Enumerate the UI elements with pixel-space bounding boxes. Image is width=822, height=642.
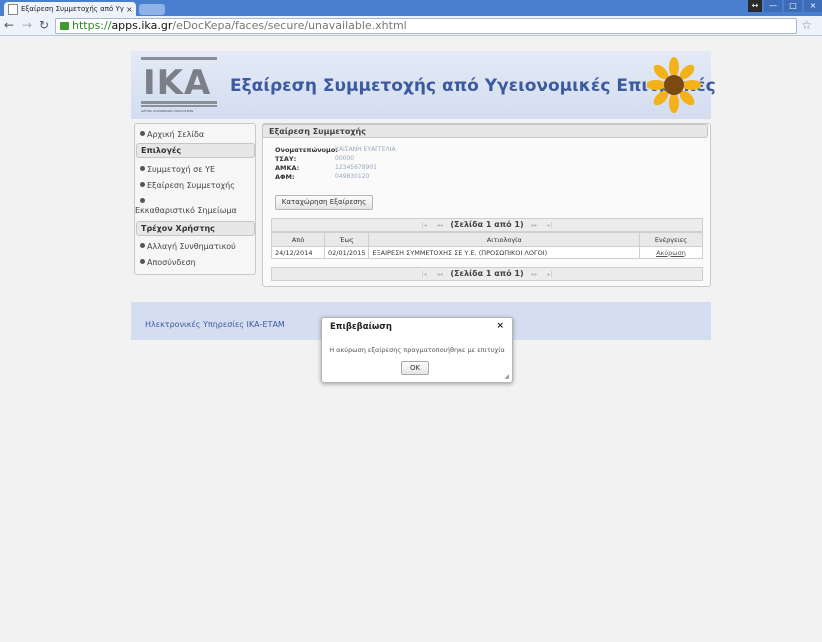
logo-subtitle: ΙΔΡΥΜΑ ΚΟΙΝΩΝΙΚΩΝ ΑΣΦΑΛΙΣΕΩΝ — [141, 109, 194, 113]
pager-text: (Σελίδα 1 από 1) — [450, 269, 524, 278]
sidebar-item-label: Αλλαγή Συνθηματικού — [147, 242, 236, 251]
exclusions-table: Από Έως Αιτιολογία Ενέργειες 24/12/2014 … — [271, 232, 703, 259]
back-icon[interactable]: ← — [4, 18, 14, 32]
next-page-icon[interactable]: ▸▸ — [531, 271, 537, 278]
column-header-to[interactable]: Έως — [323, 232, 370, 247]
sidebar-item-exclusion[interactable]: Εξαίρεση Συμμετοχής — [140, 181, 235, 190]
cell-reason: ΕΞΑΙΡΕΣΗ ΣΥΜΜΕΤΟΧΗΣ ΣΕ Υ.Ε. (ΠΡΟΣΩΠΙΚΟΙ … — [368, 246, 640, 259]
first-page-icon[interactable]: |◂ — [422, 222, 427, 229]
site-banner: IKA ΙΔΡΥΜΑ ΚΟΙΝΩΝΙΚΩΝ ΑΣΦΑΛΙΣΕΩΝ Εξαίρεσ… — [131, 51, 716, 119]
bullet-icon — [140, 198, 145, 203]
extension-icon[interactable]: ↔ — [748, 0, 762, 12]
field-value-afm: 049830120 — [335, 173, 370, 180]
bullet-icon — [140, 243, 145, 248]
dialog-header[interactable]: Επιβεβαίωση × — [322, 318, 512, 334]
exclusion-panel: Εξαίρεση Συμμετοχής Ονοματεπώνυμο: ΚΑΙΣΑ… — [262, 123, 711, 287]
footer-text: Ηλεκτρονικές Υπηρεσίες ΙΚΑ-ΕΤΑΜ — [145, 320, 285, 329]
sidebar-header-user: Τρέχον Χρήστης — [136, 221, 255, 236]
url-scheme: https:// — [72, 19, 112, 32]
field-label-amka: ΑΜΚΑ: — [275, 164, 300, 172]
field-label-afm: ΑΦΜ: — [275, 173, 295, 181]
panel-title: Εξαίρεση Συμμετοχής — [262, 124, 708, 138]
browser-navbar: ← → ↻ https://apps.ika.gr/eDocKepa/faces… — [0, 16, 822, 36]
cell-to: 02/01/2015 — [323, 246, 370, 259]
bookmark-star-icon[interactable]: ☆ — [801, 18, 812, 32]
field-value-amka: 12345678901 — [335, 164, 377, 171]
pager-bottom: |◂ ◂◂ (Σελίδα 1 από 1) ▸▸ ▸| — [271, 267, 703, 281]
lock-icon — [60, 22, 69, 30]
sidebar-item-label: Αποσύνδεση — [147, 258, 196, 267]
confirmation-dialog: Επιβεβαίωση × Η ακύρωση εξαίρεσης πραγμα… — [321, 317, 513, 383]
field-value-tsay: 00000 — [335, 155, 355, 162]
sidebar-item-home[interactable]: Αρχική Σελίδα — [140, 130, 204, 139]
ika-logo: IKA ΙΔΡΥΜΑ ΚΟΙΝΩΝΙΚΩΝ ΑΣΦΑΛΙΣΕΩΝ — [139, 55, 219, 115]
tab-close-icon[interactable]: × — [126, 5, 136, 14]
maximize-icon[interactable]: □ — [784, 0, 802, 12]
sunflower-image — [647, 57, 701, 113]
first-page-icon[interactable]: |◂ — [422, 271, 427, 278]
pager-text: (Σελίδα 1 από 1) — [450, 220, 524, 229]
sidebar: Αρχική Σελίδα Επιλογές Συμμετοχή σε ΥΕ Ε… — [134, 123, 256, 275]
field-label-name: Ονοματεπώνυμο: — [275, 146, 338, 154]
window-controls: ↔ — □ × — [748, 0, 822, 14]
sidebar-item-participation[interactable]: Συμμετοχή σε ΥΕ — [140, 165, 215, 174]
close-window-icon[interactable]: × — [804, 0, 822, 12]
sidebar-item-change-password[interactable]: Αλλαγή Συνθηματικού — [140, 242, 236, 251]
field-label-tsay: ΤΣΑΥ: — [275, 155, 297, 163]
next-page-icon[interactable]: ▸▸ — [531, 222, 537, 229]
minimize-icon[interactable]: — — [764, 0, 782, 12]
dialog-close-icon[interactable]: × — [496, 321, 504, 331]
page-icon — [8, 3, 18, 15]
forward-icon[interactable]: → — [22, 18, 32, 32]
dialog-message: Η ακύρωση εξαίρεσης πραγματοποιήθηκε με … — [329, 346, 505, 354]
url-host: apps.ika.gr — [111, 19, 173, 32]
prev-page-icon[interactable]: ◂◂ — [437, 222, 443, 229]
bullet-icon — [140, 131, 145, 136]
resize-grip-icon[interactable]: ◢ — [504, 373, 509, 380]
sidebar-item-statement[interactable]: Εκκαθαριστικό Σημείωμα — [135, 197, 237, 215]
sidebar-item-logout[interactable]: Αποσύνδεση — [140, 258, 196, 267]
last-page-icon[interactable]: ▸| — [547, 222, 552, 229]
url-path: /eDocKepa/faces/secure/unavailable.xhtml — [172, 19, 407, 32]
bullet-icon — [140, 182, 145, 187]
bullet-icon — [140, 259, 145, 264]
sidebar-item-label: Αρχική Σελίδα — [147, 130, 205, 139]
browser-tab[interactable]: Εξαίρεση Συμμετοχής από Υγ × — [4, 2, 136, 16]
logo-text: IKA — [143, 63, 212, 103]
register-exclusion-button[interactable]: Καταχώρηση Εξαίρεσης — [275, 195, 373, 210]
sidebar-header-options: Επιλογές — [136, 143, 255, 158]
cancel-exclusion-link[interactable]: Ακύρωση — [639, 246, 703, 259]
reload-icon[interactable]: ↻ — [39, 18, 49, 32]
column-header-reason[interactable]: Αιτιολογία — [368, 232, 640, 247]
address-bar[interactable]: https://apps.ika.gr/eDocKepa/faces/secur… — [55, 18, 797, 34]
cell-from: 24/12/2014 — [271, 246, 325, 259]
bullet-icon — [140, 166, 145, 171]
sidebar-item-label: Συμμετοχή σε ΥΕ — [147, 165, 216, 174]
table-row: 24/12/2014 02/01/2015 ΕΞΑΙΡΕΣΗ ΣΥΜΜΕΤΟΧΗ… — [271, 246, 703, 259]
column-header-from[interactable]: Από — [271, 232, 325, 247]
page-title: Εξαίρεση Συμμετοχής από Υγειονομικές Επι… — [230, 76, 716, 96]
last-page-icon[interactable]: ▸| — [547, 271, 552, 278]
sidebar-item-label: Εξαίρεση Συμμετοχής — [147, 181, 235, 190]
sidebar-item-label: Εκκαθαριστικό Σημείωμα — [135, 206, 237, 215]
tab-title: Εξαίρεση Συμμετοχής από Υγ — [21, 5, 124, 13]
prev-page-icon[interactable]: ◂◂ — [437, 271, 443, 278]
browser-tabbar: Εξαίρεση Συμμετοχής από Υγ × ↔ — □ × — [0, 0, 822, 16]
new-tab-button[interactable] — [139, 4, 165, 15]
field-value-name: ΚΑΙΣΑΝΗ ΕΥΑΓΓΕΛΙΑ — [335, 146, 396, 153]
ok-button[interactable]: OK — [401, 361, 429, 375]
dialog-title: Επιβεβαίωση — [330, 322, 392, 332]
pager-top: |◂ ◂◂ (Σελίδα 1 από 1) ▸▸ ▸| — [271, 218, 703, 232]
column-header-actions: Ενέργειες — [639, 232, 703, 247]
